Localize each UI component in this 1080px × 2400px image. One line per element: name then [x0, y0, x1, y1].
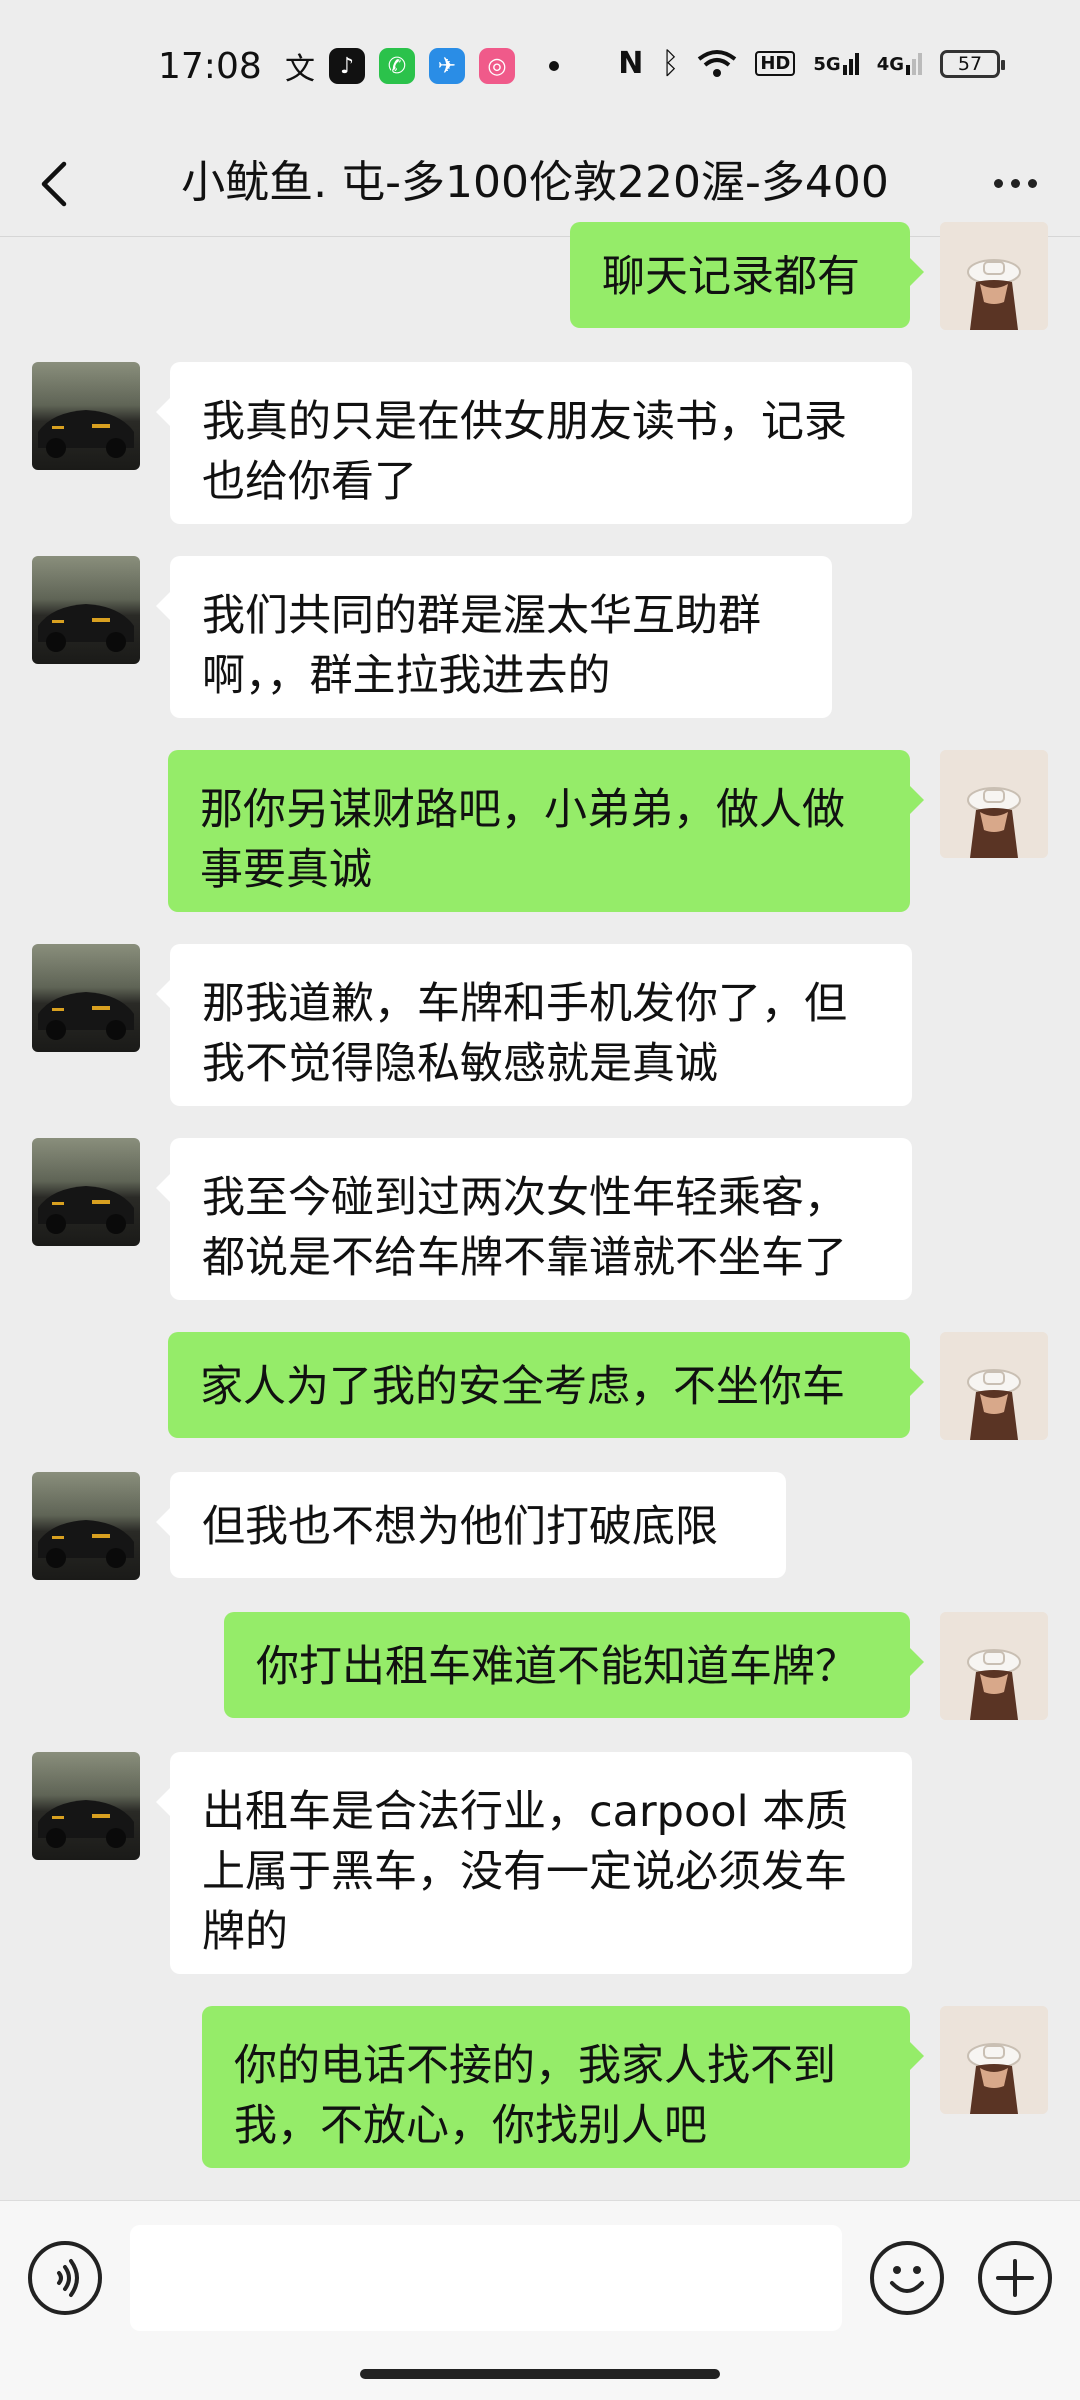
dot-icon [549, 61, 559, 71]
header-divider [0, 236, 1080, 237]
tiktok-icon: ♪ [329, 48, 365, 84]
car-avatar-icon [38, 1186, 134, 1234]
hat-girl-avatar-icon [940, 750, 1048, 858]
car-avatar-icon [38, 410, 134, 458]
hat-girl-avatar-icon [940, 2006, 1048, 2114]
more-dots-icon [993, 178, 1003, 188]
contact-avatar[interactable] [32, 1752, 140, 1860]
hat-girl-avatar-icon [940, 1612, 1048, 1720]
plus-button[interactable] [978, 2241, 1052, 2315]
car-avatar-icon [38, 1520, 134, 1568]
more-button[interactable] [980, 148, 1050, 218]
contact-avatar[interactable] [32, 944, 140, 1052]
chat-header: 小鱿鱼. 屯-多100伦敦220渥-多400 [0, 130, 1080, 240]
phone-app-icon: ✆ [379, 48, 415, 84]
chevron-left-icon [41, 161, 67, 207]
home-indicator[interactable] [360, 2369, 720, 2379]
more-dot [1010, 178, 1020, 188]
contact-avatar[interactable] [32, 1138, 140, 1246]
plus-icon [996, 2259, 1034, 2297]
incoming-message-bubble[interactable]: 我至今碰到过两次女性年轻乘客，都说是不给车牌不靠谱就不坐车了 [156, 1138, 912, 1300]
battery-level: 57 [957, 52, 983, 75]
contact-avatar[interactable] [32, 556, 140, 664]
outgoing-message-bubble[interactable]: 聊天记录都有 [570, 222, 924, 328]
chat-title: 小鱿鱼. 屯-多100伦敦220渥-多400 [181, 157, 889, 208]
back-button[interactable] [30, 148, 80, 218]
voice-icon [57, 2259, 79, 2297]
emoji-icon [890, 2266, 924, 2293]
signal-5g-icon: 5G [813, 52, 859, 75]
incoming-message-bubble[interactable]: 我真的只是在供女朋友读书，记录也给你看了 [156, 362, 912, 524]
incoming-message-bubble[interactable]: 出租车是合法行业，carpool 本质上属于黑车，没有一定说必须发车牌的 [156, 1752, 912, 1974]
my-avatar[interactable] [940, 1332, 1048, 1440]
status-time: 17:08 [158, 46, 262, 87]
status-bar: 17:08 文 ♪ ✆ ✈ ◎ N ᛒ HD 5G 4G 57 [0, 0, 1080, 130]
outgoing-message-bubble[interactable]: 那你另谋财路吧，小弟弟，做人做事要真诚 [168, 750, 924, 912]
my-avatar[interactable] [940, 750, 1048, 858]
more-dot [1027, 178, 1037, 188]
wifi-icon [698, 49, 737, 77]
car-avatar-icon [38, 1800, 134, 1848]
status-app-icons: 文 ♪ ✆ ✈ ◎ [285, 44, 559, 88]
my-avatar[interactable] [940, 222, 1048, 330]
pink-app-icon: ◎ [479, 48, 515, 84]
contact-avatar[interactable] [32, 362, 140, 470]
signal-4g-icon: 4G [877, 52, 922, 75]
battery-icon: 57 [940, 49, 1005, 78]
plane-app-icon: ✈ [429, 48, 465, 84]
incoming-message-bubble[interactable]: 我们共同的群是渥太华互助群啊，，群主拉我进去的 [156, 556, 832, 718]
car-avatar-icon [38, 992, 134, 1040]
hat-girl-avatar-icon [940, 1332, 1048, 1440]
my-avatar[interactable] [940, 2006, 1048, 2114]
voice-button[interactable] [28, 2241, 102, 2315]
contact-avatar[interactable] [32, 1472, 140, 1580]
message-input[interactable] [130, 2225, 842, 2331]
hd-icon: HD [755, 51, 796, 76]
bluetooth-icon: ᛒ [661, 46, 680, 81]
outgoing-message-bubble[interactable]: 家人为了我的安全考虑，不坐你车 [168, 1332, 924, 1438]
hat-girl-avatar-icon [940, 222, 1048, 330]
incoming-message-bubble[interactable]: 但我也不想为他们打破底限 [156, 1472, 786, 1578]
translate-icon: 文 [285, 52, 315, 87]
emoji-button[interactable] [870, 2241, 944, 2315]
car-avatar-icon [38, 604, 134, 652]
outgoing-message-bubble[interactable]: 你打出租车难道不能知道车牌？ [224, 1612, 924, 1718]
input-bar [0, 2200, 1080, 2400]
incoming-message-bubble[interactable]: 那我道歉，车牌和手机发你了，但我不觉得隐私敏感就是真诚 [156, 944, 912, 1106]
nfc-icon: N [618, 46, 644, 81]
status-right: N ᛒ HD 5G 4G 57 [618, 46, 1005, 81]
outgoing-message-bubble[interactable]: 你的电话不接的，我家人找不到我，不放心，你找别人吧 [202, 2006, 924, 2168]
my-avatar[interactable] [940, 1612, 1048, 1720]
